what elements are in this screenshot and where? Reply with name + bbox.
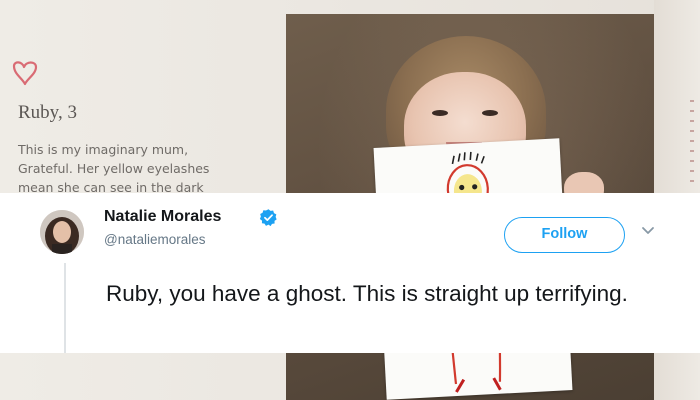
heart-icon (12, 61, 38, 86)
author-handle[interactable]: @nataliemorales (104, 232, 206, 247)
page-dots (690, 100, 694, 190)
tweet-text: Ruby, you have a ghost. This is straight… (106, 281, 628, 306)
caption-line: This is my imaginary mum, (18, 142, 189, 157)
caption-title: Ruby, 3 (18, 102, 77, 123)
author-name[interactable]: Natalie Morales (104, 208, 221, 226)
child-eye (432, 110, 448, 116)
avatar[interactable] (40, 210, 84, 254)
verified-badge-icon (259, 209, 277, 227)
thread-line (64, 263, 66, 353)
caption-line: Grateful. Her yellow eyelashes (18, 161, 210, 176)
child-eye (482, 110, 498, 116)
caption-body: This is my imaginary mum, Grateful. Her … (18, 140, 268, 197)
chevron-down-icon[interactable] (641, 226, 655, 236)
tweet-card[interactable]: Natalie Morales @nataliemorales Follow R… (0, 193, 700, 353)
follow-button[interactable]: Follow (504, 217, 625, 253)
